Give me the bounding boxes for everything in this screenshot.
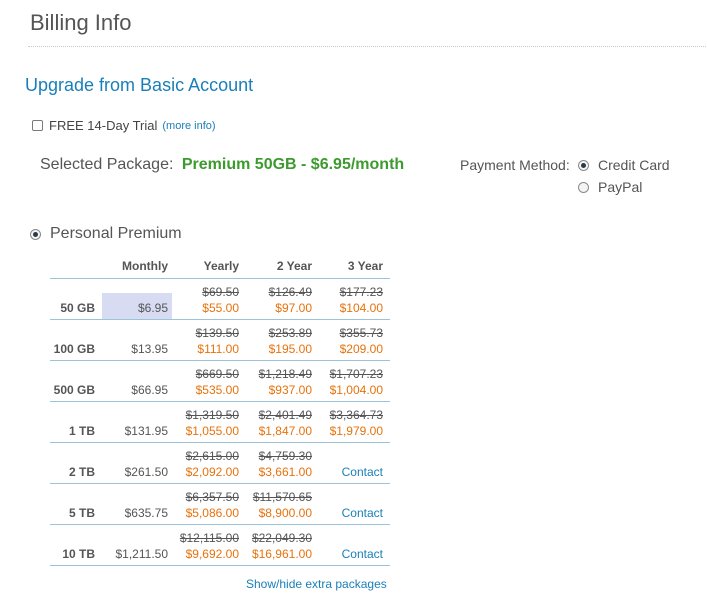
column-header-3-year: 3 Year	[347, 259, 383, 273]
row-size: 10 TB	[62, 547, 95, 561]
table-row[interactable]: 500 GB $66.95 $669.50 $535.00 $1,218.49 …	[50, 361, 390, 402]
selected-package-value: Premium 50GB - $6.95/month	[181, 156, 405, 173]
row-size: 1 TB	[68, 424, 95, 438]
yearly-old-price: $12,115.00	[179, 531, 239, 545]
row-size: 50 GB	[60, 301, 95, 315]
contact-link[interactable]: Contact	[342, 465, 383, 479]
selected-package: Selected Package: Premium 50GB - $6.95/m…	[40, 156, 404, 174]
table-row[interactable]: 50 GB $6.95 $69.50 $55.00 $126.49 $97.00…	[50, 279, 390, 320]
two-year-old-price: $253.89	[268, 326, 312, 340]
show-hide-extra-packages-link[interactable]: Show/hide extra packages	[246, 577, 387, 591]
monthly-price: $261.50	[124, 465, 168, 479]
monthly-price: $6.95	[137, 301, 168, 315]
three-year-price: $1,004.00	[329, 383, 383, 397]
paypal-radio[interactable]	[578, 181, 589, 193]
yearly-price: $111.00	[197, 342, 239, 356]
paypal-label: PayPal	[598, 179, 643, 195]
page-title: Billing Info	[30, 10, 132, 35]
column-header-yearly: Yearly	[203, 259, 239, 273]
monthly-price: $1,211.50	[115, 547, 169, 561]
contact-link[interactable]: Contact	[342, 506, 383, 520]
row-size: 5 TB	[68, 506, 95, 520]
more-info-link[interactable]: (more info)	[162, 120, 215, 132]
three-year-old-price: $355.73	[339, 326, 383, 340]
monthly-price-cell[interactable]: $131.95	[102, 402, 172, 442]
free-trial-label: FREE 14-Day Trial	[49, 118, 158, 133]
two-year-old-price: $2,401.49	[258, 408, 312, 422]
two-year-price: $8,900.00	[258, 506, 312, 520]
yearly-old-price: $139.50	[195, 326, 239, 340]
three-year-price: $209.00	[339, 342, 383, 356]
two-year-old-price: $1,218.49	[258, 367, 312, 381]
credit-card-label: Credit Card	[598, 157, 670, 173]
two-year-price: $1,847.00	[258, 424, 312, 438]
table-row[interactable]: 10 TB $1,211.50 $12,115.00 $9,692.00 $22…	[50, 525, 390, 566]
yearly-old-price: $69.50	[202, 285, 239, 299]
two-year-old-price: $126.49	[268, 285, 312, 299]
monthly-price-cell-selected[interactable]: $6.95	[102, 293, 172, 319]
monthly-price-cell[interactable]: $66.95	[102, 361, 172, 401]
two-year-price: $937.00	[268, 383, 312, 397]
yearly-price: $9,692.00	[185, 547, 239, 561]
three-year-old-price: $3,364.73	[329, 408, 383, 422]
table-row[interactable]: 1 TB $131.95 $1,319.50 $1,055.00 $2,401.…	[50, 402, 390, 443]
monthly-price: $13.95	[131, 342, 168, 356]
table-row[interactable]: 100 GB $13.95 $139.50 $111.00 $253.89 $1…	[50, 320, 390, 361]
two-year-old-price: $22,049.30	[251, 531, 312, 545]
monthly-price: $635.75	[124, 506, 168, 520]
personal-premium-radio[interactable]	[30, 228, 41, 240]
row-size: 500 GB	[53, 383, 95, 397]
selected-package-label: Selected Package:	[40, 156, 174, 173]
monthly-price-cell[interactable]: $635.75	[102, 484, 172, 524]
three-year-price: $1,979.00	[329, 424, 383, 438]
three-year-old-price: $177.23	[339, 285, 383, 299]
yearly-price: $55.00	[202, 301, 239, 315]
two-year-old-price: $4,759.30	[258, 449, 312, 463]
monthly-price: $131.95	[124, 424, 168, 438]
yearly-old-price: $6,357.50	[185, 490, 239, 504]
pricing-table-header: Monthly Yearly 2 Year 3 Year	[50, 252, 390, 279]
payment-option-credit-card[interactable]: Credit Card	[578, 157, 670, 173]
monthly-price-cell[interactable]: $1,211.50	[102, 525, 172, 565]
yearly-old-price: $669.50	[195, 367, 239, 381]
monthly-price: $66.95	[131, 383, 168, 397]
yearly-old-price: $2,615.00	[185, 449, 239, 463]
table-row[interactable]: 2 TB $261.50 $2,615.00 $2,092.00 $4,759.…	[50, 443, 390, 484]
personal-premium-label: Personal Premium	[50, 225, 182, 242]
two-year-price: $195.00	[268, 342, 312, 356]
monthly-price-cell[interactable]: $13.95	[102, 320, 172, 360]
billing-page: Billing Info Upgrade from Basic Account …	[0, 0, 707, 599]
section-subtitle: Upgrade from Basic Account	[25, 75, 254, 95]
table-row[interactable]: 5 TB $635.75 $6,357.50 $5,086.00 $11,570…	[50, 484, 390, 525]
yearly-old-price: $1,319.50	[185, 408, 239, 422]
plan-personal-premium[interactable]: Personal Premium	[30, 225, 182, 243]
yearly-price: $5,086.00	[185, 506, 239, 520]
three-year-price: $104.00	[339, 301, 383, 315]
two-year-price: $3,661.00	[258, 465, 312, 479]
contact-link[interactable]: Contact	[342, 547, 383, 561]
yearly-price: $1,055.00	[185, 424, 239, 438]
free-trial-option[interactable]: FREE 14-Day Trial (more info)	[32, 118, 216, 133]
free-trial-checkbox[interactable]	[32, 120, 43, 131]
column-header-monthly: Monthly	[122, 259, 168, 273]
row-size: 100 GB	[53, 342, 95, 356]
three-year-old-price: $1,707.23	[329, 367, 383, 381]
yearly-price: $2,092.00	[185, 465, 239, 479]
two-year-old-price: $11,570.65	[252, 490, 312, 504]
two-year-price: $16,961.00	[251, 547, 312, 561]
monthly-price-cell[interactable]: $261.50	[102, 443, 172, 483]
two-year-price: $97.00	[275, 301, 312, 315]
payment-option-paypal[interactable]: PayPal	[578, 179, 642, 195]
yearly-price: $535.00	[195, 383, 239, 397]
credit-card-radio[interactable]	[578, 159, 589, 171]
column-header-2-year: 2 Year	[276, 259, 312, 273]
title-divider	[28, 46, 706, 47]
payment-method-label: Payment Method:	[460, 157, 570, 173]
row-size: 2 TB	[68, 465, 95, 479]
pricing-table: Monthly Yearly 2 Year 3 Year 50 GB $6.95…	[50, 252, 390, 566]
